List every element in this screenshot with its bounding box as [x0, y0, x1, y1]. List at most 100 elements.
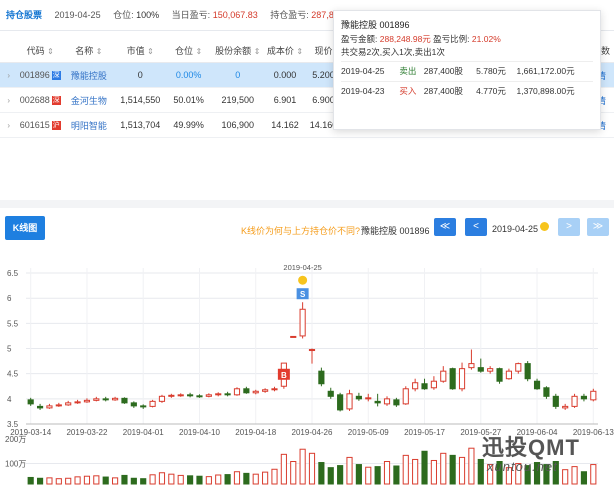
candle-body [243, 388, 250, 394]
volume-bar [215, 474, 222, 485]
volume-bar [252, 473, 259, 485]
tooltip-trade-row: 2019-04-23 买入 287,400股 4.770元 1,370,898.… [341, 81, 593, 100]
candle-body [412, 382, 419, 390]
tooltip-summary: 共交易2次,买入1次,卖出1次 [341, 47, 445, 57]
volume-bar [112, 477, 119, 485]
candle-body [252, 390, 259, 394]
tooltip-trade-row: 2019-04-25 卖出 287,400股 5.780元 1,661,172.… [341, 61, 593, 80]
candle-body [337, 394, 344, 411]
volume-bar [308, 452, 316, 485]
x-tick-label: 2019-04-10 [179, 428, 220, 437]
volume-bar [46, 477, 53, 485]
candle-body [440, 370, 447, 382]
candle-body [102, 398, 109, 401]
volume-bar [449, 454, 456, 485]
candle-body [402, 388, 409, 405]
volume-bar [430, 459, 437, 485]
candle-body [112, 397, 119, 401]
volume-bar [412, 458, 419, 485]
volume-bar [149, 474, 156, 485]
candle-body [55, 404, 62, 407]
candle-body [365, 397, 372, 400]
volume-bar [233, 471, 241, 485]
volume-bar [383, 461, 391, 485]
candle-body [355, 395, 362, 400]
candle-body [140, 405, 147, 408]
x-tick-label: 2019-05-17 [404, 428, 445, 437]
volume-label: 100万 [5, 460, 26, 469]
volume-bar [243, 472, 250, 485]
volume-bar [65, 477, 72, 485]
candle-body [36, 405, 44, 409]
candle-body [430, 380, 437, 389]
sell-marker-label: S [300, 290, 306, 299]
x-tick-label: 2019-04-26 [292, 428, 333, 437]
volume-bar [562, 469, 569, 485]
candle-body [477, 367, 484, 372]
candle-body [524, 363, 531, 380]
volume-bar [477, 458, 484, 485]
candle-body [83, 399, 91, 403]
candle-body [346, 393, 353, 410]
tooltip-ratio-label: 盈亏比例: [433, 34, 470, 44]
candle-body [374, 400, 381, 404]
y-tick-label: 4 [7, 395, 12, 404]
candle-body [449, 368, 456, 390]
candle-body [299, 308, 306, 337]
candle-body [562, 405, 569, 409]
y-tick-label: 4.5 [7, 370, 19, 379]
volume-bar [93, 475, 100, 485]
candle-body [318, 370, 325, 385]
candle-body [383, 398, 391, 405]
volume-bar [590, 464, 597, 485]
volume-bar [177, 474, 184, 485]
volume-bar [196, 475, 203, 485]
candle-body [262, 389, 269, 392]
volume-bar [224, 474, 231, 485]
volume-bar [327, 467, 334, 485]
x-tick-label: 2019-04-18 [235, 428, 276, 437]
candle-body [458, 368, 466, 390]
volume-bar [355, 464, 362, 485]
candle-body [290, 335, 297, 338]
candle-body [149, 400, 156, 407]
volume-bar [318, 462, 325, 485]
trade-tooltip: 豫能控股 001896 盈亏金额: 288,248.98元 盈亏比例: 21.0… [333, 10, 601, 130]
volume-bar [571, 466, 578, 485]
tooltip-ratio-value: 21.02% [471, 34, 501, 44]
candle-body [27, 399, 34, 405]
tooltip-pnl-label: 盈亏金额: [341, 34, 378, 44]
volume-bar [168, 473, 175, 485]
volume-bar [290, 461, 297, 485]
candle-body [496, 368, 503, 382]
volume-bar [187, 475, 194, 485]
y-tick-label: 6 [7, 294, 12, 303]
volume-bar [262, 471, 269, 485]
candle-body [65, 402, 72, 406]
buy-marker-label: B [281, 371, 287, 380]
volume-bar [205, 476, 212, 485]
candle-body [393, 399, 400, 406]
candle-body [93, 398, 100, 401]
volume-bar [271, 468, 278, 485]
volume-bar [346, 456, 353, 485]
volume-bar [365, 466, 372, 485]
bulb-icon [298, 275, 308, 285]
candle-body [46, 405, 53, 409]
candle-body [205, 394, 212, 397]
candle-body [552, 395, 559, 407]
volume-bar [158, 472, 166, 485]
volume-bar [468, 447, 475, 485]
volume-bar [121, 474, 128, 485]
candle-body [177, 394, 184, 397]
candle-body [233, 388, 241, 396]
volume-bar [280, 453, 287, 485]
candle-body [215, 393, 222, 396]
volume-bar [421, 450, 428, 485]
volume-bar [580, 471, 588, 485]
candle-body [580, 395, 588, 400]
volume-bar [402, 454, 409, 485]
tooltip-title: 豫能控股 001896 [341, 20, 410, 30]
candle-body [590, 390, 597, 401]
candle-body [158, 395, 166, 402]
